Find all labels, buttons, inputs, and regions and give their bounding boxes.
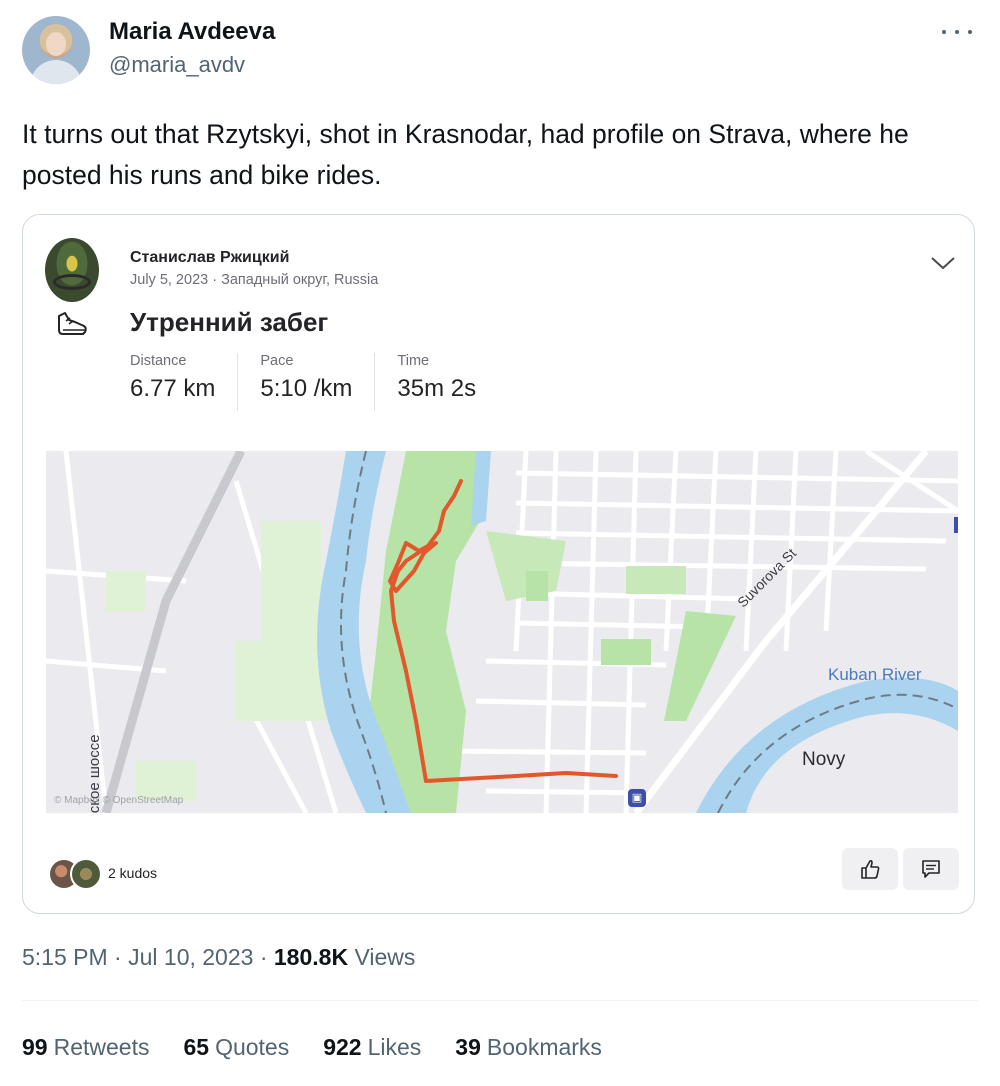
activity-stats: Distance 6.77 km Pace 5:10 /km Time 35m … <box>130 353 520 411</box>
likes-count: 922 <box>323 1034 362 1060</box>
retweets-link[interactable]: 99 Retweets <box>22 1034 149 1061</box>
author-handle[interactable]: @maria_avdv <box>109 52 245 78</box>
likes-link[interactable]: 922 Likes <box>323 1034 421 1061</box>
activity-meta: July 5, 2023 · Западный округ, Russia <box>130 272 378 288</box>
quotes-label: Quotes <box>215 1034 290 1060</box>
stat-value: 35m 2s <box>397 375 477 402</box>
athlete-avatar[interactable] <box>45 238 99 302</box>
stat-time: Time 35m 2s <box>397 353 498 411</box>
map-attribution[interactable]: © Mapbox © OpenStreetMap <box>54 795 183 806</box>
route-map[interactable]: Suvorova St Kuban River Novy вское шоссе… <box>46 451 958 813</box>
bookmarks-label: Bookmarks <box>486 1034 602 1060</box>
quotes-link[interactable]: 65 Quotes <box>183 1034 289 1061</box>
views-label: Views <box>354 944 416 970</box>
tweet-timestamp[interactable]: 5:15 PM · Jul 10, 2023 · 180.8K Views <box>22 944 415 971</box>
likes-label: Likes <box>367 1034 422 1060</box>
views-count: 180.8K <box>273 944 349 970</box>
athlete-name[interactable]: Станислав Ржицкий <box>130 249 289 267</box>
stat-distance: Distance 6.77 km <box>130 353 239 411</box>
map-label-district: Novy <box>802 749 846 770</box>
map-label-river: Kuban River <box>828 665 922 684</box>
tweet-header: Maria Avdeeva @maria_avdv <box>22 14 978 84</box>
stat-label: Distance <box>130 353 187 369</box>
stat-label: Time <box>397 353 430 369</box>
stat-label: Pace <box>260 353 294 369</box>
engagement-bar: 99 Retweets 65 Quotes 922 Likes 39 Bookmarks <box>22 1034 636 1061</box>
meta-separator: · <box>212 272 218 288</box>
bookmarks-link[interactable]: 39 Bookmarks <box>455 1034 602 1061</box>
strava-activity-card[interactable]: Станислав Ржицкий July 5, 2023 · Западны… <box>22 214 975 914</box>
bookmarks-count: 39 <box>455 1034 481 1060</box>
divider <box>22 1000 978 1001</box>
comment-icon <box>922 860 940 878</box>
kudos-avatars[interactable] <box>48 856 108 892</box>
activity-title[interactable]: Утренний забег <box>130 307 328 338</box>
activity-location: Западный округ, Russia <box>221 272 379 288</box>
retweets-count: 99 <box>22 1034 48 1060</box>
thumbs-up-icon <box>861 859 880 879</box>
tweet-time: 5:15 PM <box>22 944 108 970</box>
retweets-label: Retweets <box>53 1034 150 1060</box>
chevron-down-icon[interactable] <box>930 255 956 271</box>
stat-pace: Pace 5:10 /km <box>260 353 376 411</box>
running-shoe-icon <box>58 312 87 335</box>
stat-value: 6.77 km <box>130 375 216 402</box>
author-name[interactable]: Maria Avdeeva <box>109 18 275 46</box>
separator: · <box>114 944 122 970</box>
metro-station-icon: ▣ <box>628 789 646 807</box>
kudos-avatar[interactable] <box>70 858 102 890</box>
separator: · <box>259 944 268 970</box>
author-avatar[interactable] <box>22 16 90 84</box>
tweet-text: It turns out that Rzytskyi, shot in Kras… <box>22 119 909 190</box>
give-kudos-button[interactable] <box>842 848 898 890</box>
more-options-icon[interactable] <box>942 20 972 44</box>
kudos-count[interactable]: 2 kudos <box>108 865 157 881</box>
tweet-date: Jul 10, 2023 <box>128 944 254 970</box>
activity-date: July 5, 2023 <box>130 272 209 288</box>
quotes-count: 65 <box>183 1034 210 1060</box>
comment-button[interactable] <box>903 848 959 890</box>
stat-value: 5:10 /km <box>260 375 353 402</box>
